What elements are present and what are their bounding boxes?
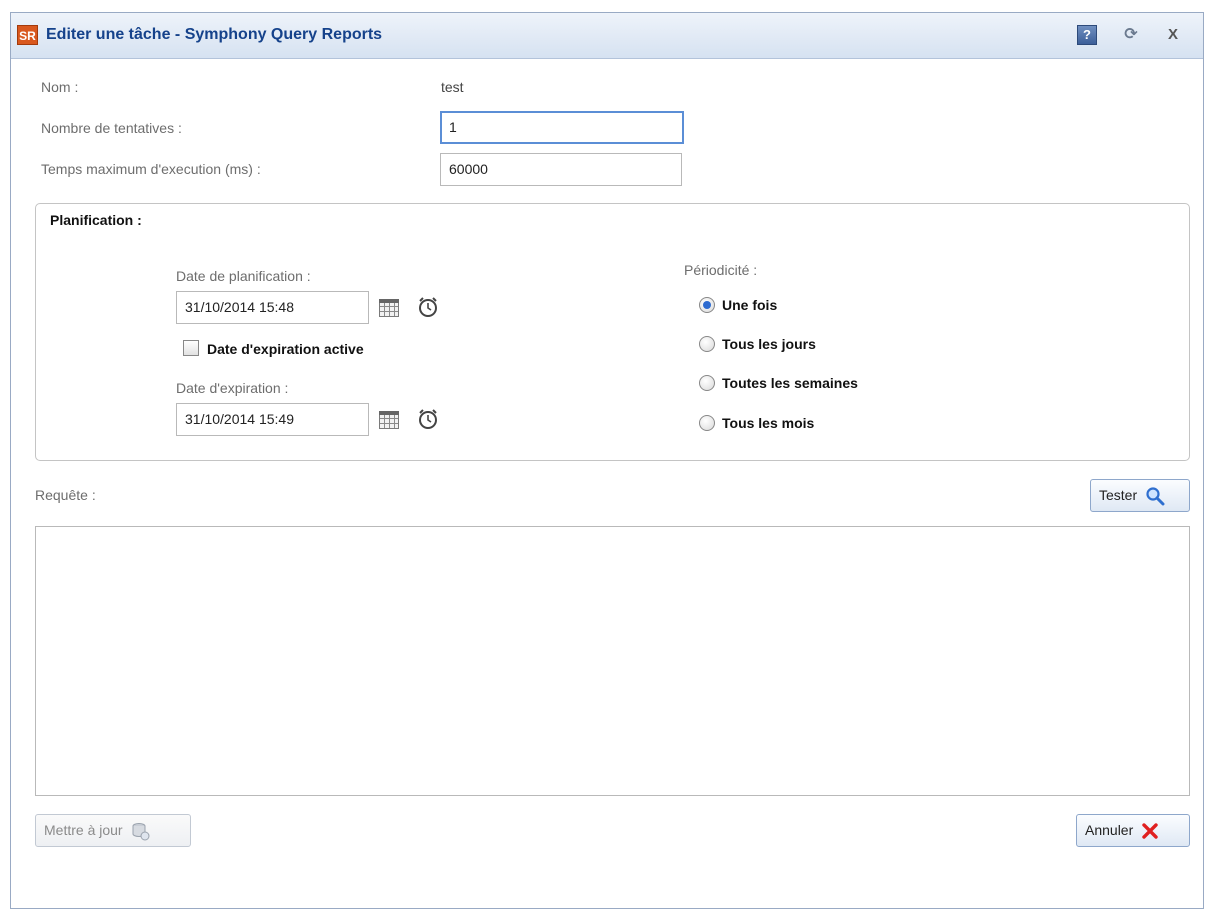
cancel-button[interactable]: Annuler — [1076, 814, 1190, 847]
plan-date-input[interactable]: 31/10/2014 15:48 — [176, 291, 369, 324]
radio-once-label: Une fois — [722, 297, 778, 313]
attempts-label: Nombre de tentatives : — [41, 120, 182, 136]
radio-once[interactable] — [699, 297, 715, 313]
expiration-active-checkbox[interactable] — [183, 340, 199, 356]
clock-icon[interactable] — [417, 408, 439, 430]
database-refresh-icon — [132, 823, 150, 841]
expiration-active-label: Date d'expiration active — [207, 341, 364, 357]
expiration-date-label: Date d'expiration : — [176, 380, 289, 396]
max-time-label: Temps maximum d'execution (ms) : — [41, 161, 261, 177]
radio-weekly-label: Toutes les semaines — [722, 375, 858, 391]
name-label: Nom : — [41, 79, 79, 95]
plan-date-label: Date de planification : — [176, 268, 311, 284]
edit-task-dialog: SR Editer une tâche - Symphony Query Rep… — [10, 12, 1204, 909]
radio-monthly[interactable] — [699, 415, 715, 431]
update-button-label: Mettre à jour — [44, 822, 123, 838]
app-logo-icon: SR — [17, 25, 38, 45]
radio-weekly[interactable] — [699, 375, 715, 391]
query-textarea[interactable] — [35, 526, 1190, 796]
expiration-date-input[interactable]: 31/10/2014 15:49 — [176, 403, 369, 436]
planning-group: Planification : Date de planification : … — [35, 203, 1190, 461]
name-value: test — [441, 79, 464, 95]
magnifier-icon — [1146, 487, 1165, 506]
clock-icon[interactable] — [417, 296, 439, 318]
radio-monthly-label: Tous les mois — [722, 415, 815, 431]
query-label: Requête : — [35, 487, 96, 503]
refresh-icon[interactable]: ⟳ — [1121, 25, 1141, 45]
test-button[interactable]: Tester — [1090, 479, 1190, 512]
update-button[interactable]: Mettre à jour — [35, 814, 191, 847]
calendar-icon[interactable] — [379, 299, 399, 317]
close-icon[interactable]: X — [1163, 25, 1183, 45]
attempts-input[interactable]: 1 — [440, 111, 684, 144]
test-button-label: Tester — [1099, 487, 1138, 503]
cancel-x-icon — [1142, 823, 1158, 839]
cancel-button-label: Annuler — [1085, 822, 1134, 838]
help-icon[interactable]: ? — [1077, 25, 1097, 45]
title-bar: SR Editer une tâche - Symphony Query Rep… — [11, 13, 1203, 59]
calendar-icon[interactable] — [379, 411, 399, 429]
window-title: Editer une tâche - Symphony Query Report… — [46, 26, 383, 43]
planning-title: Planification : — [50, 212, 142, 228]
max-time-input[interactable]: 60000 — [440, 153, 682, 186]
radio-daily-label: Tous les jours — [722, 336, 816, 352]
radio-daily[interactable] — [699, 336, 715, 352]
periodicity-label: Périodicité : — [684, 262, 758, 278]
